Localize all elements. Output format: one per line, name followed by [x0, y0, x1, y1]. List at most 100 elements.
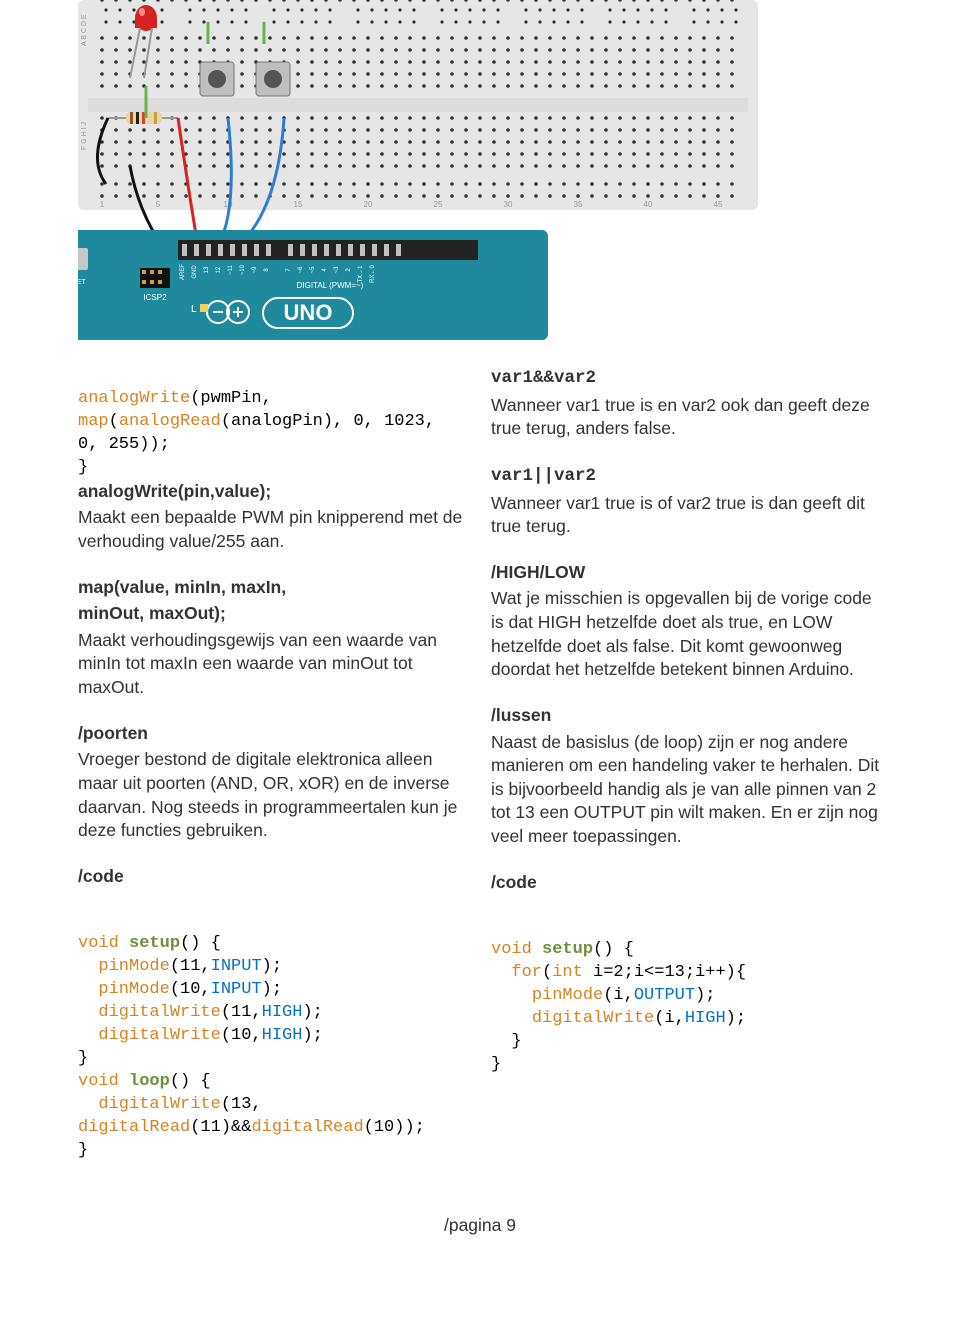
breadboard-diagram: A B C D E F G H I J — [0, 0, 960, 345]
code-token: ); — [262, 957, 282, 976]
paragraph: Wanneer var1 true is en var2 ook dan gee… — [491, 394, 882, 441]
code-token: ( — [109, 412, 119, 431]
arduino-board-icon: RESET ICSP2 AREF GND 13 12 ~11 ~10 — [78, 230, 548, 340]
code-token: (11, — [221, 1003, 262, 1022]
code-token: ); — [695, 986, 715, 1005]
svg-text:TX→1: TX→1 — [358, 265, 364, 283]
code-token: analogWrite — [78, 389, 190, 408]
code-snippet-1: analogWrite(pwmPin, map(analogRead(analo… — [78, 365, 469, 554]
button-2-icon — [256, 62, 290, 96]
paragraph: Maakt verhoudingsgewijs van een waarde v… — [78, 629, 469, 700]
code-token: } — [511, 1032, 521, 1051]
code-token: digitalWrite — [98, 1026, 220, 1045]
code-token: void — [78, 1072, 119, 1091]
svg-text:40: 40 — [644, 200, 653, 209]
code-token: ( — [542, 963, 552, 982]
svg-text:~3: ~3 — [334, 266, 340, 274]
code-token: HIGH — [262, 1003, 303, 1022]
section-lussen: /lussen Naast de basislus (de loop) zijn… — [491, 704, 882, 849]
code-token: for — [511, 963, 542, 982]
code-token: (i, — [603, 986, 634, 1005]
code-token: (pwmPin, — [190, 389, 272, 408]
code-snippet-3: void setup() { for(int i=2;i<=13;i++){ p… — [491, 916, 882, 1077]
svg-text:RESET: RESET — [78, 279, 86, 286]
code-token: digitalWrite — [98, 1095, 220, 1114]
svg-text:5: 5 — [156, 200, 161, 209]
right-column: var1&&var2 Wanneer var1 true is en var2 … — [491, 365, 882, 1185]
code-token: digitalRead — [251, 1118, 363, 1137]
svg-text:~6: ~6 — [298, 266, 304, 274]
button-1-icon — [200, 62, 234, 96]
section-code-left: /code — [78, 865, 469, 889]
code-token: (analogPin), 0, 1023, — [221, 412, 435, 431]
code-token: pinMode — [98, 957, 169, 976]
code-token: } — [78, 1141, 88, 1160]
code-token: void — [78, 934, 119, 953]
section-var1and: var1&&var2 Wanneer var1 true is en var2 … — [491, 365, 882, 441]
paragraph: Naast de basislus (de loop) zijn er nog … — [491, 731, 882, 849]
svg-text:~5: ~5 — [310, 266, 316, 274]
code-token: (10, — [170, 980, 211, 999]
code-token: () { — [170, 1072, 211, 1091]
code-token: loop — [129, 1072, 170, 1091]
svg-text:GND: GND — [192, 265, 198, 279]
svg-text:45: 45 — [714, 200, 723, 209]
svg-text:DIGITAL (PWM=~): DIGITAL (PWM=~) — [297, 281, 364, 290]
svg-text:UNO: UNO — [284, 300, 333, 325]
heading-map-2: minOut, maxOut); — [78, 603, 226, 623]
code-token: setup — [129, 934, 180, 953]
heading-var1and: var1&&var2 — [491, 368, 596, 388]
svg-text:RX←0: RX←0 — [370, 265, 376, 283]
left-column: analogWrite(pwmPin, map(analogRead(analo… — [78, 365, 469, 1185]
code-token: } — [78, 1049, 88, 1068]
code-token: (10, — [221, 1026, 262, 1045]
code-token: analogRead — [119, 412, 221, 431]
code-token: ); — [302, 1003, 322, 1022]
code-token: ); — [262, 980, 282, 999]
svg-text:35: 35 — [574, 200, 583, 209]
code-token: i=2;i<=13;i++){ — [583, 963, 746, 982]
section-map: map(value, minIn, maxIn, minOut, maxOut)… — [78, 576, 469, 700]
svg-text:F G H I J: F G H I J — [81, 122, 88, 150]
heading-map: map(value, minIn, maxIn, — [78, 577, 286, 597]
code-token: pinMode — [98, 980, 169, 999]
svg-text:~11: ~11 — [228, 264, 234, 274]
svg-text:A B C D E: A B C D E — [81, 14, 88, 46]
svg-text:L: L — [191, 304, 197, 315]
heading-poorten: /poorten — [78, 723, 148, 743]
code-token: () { — [593, 940, 634, 959]
svg-text:13: 13 — [204, 266, 210, 273]
svg-text:ICSP2: ICSP2 — [143, 293, 167, 302]
svg-text:25: 25 — [434, 200, 443, 209]
paragraph: Wanneer var1 true is of var2 true is dan… — [491, 492, 882, 539]
svg-text:1: 1 — [100, 200, 105, 209]
code-token: void — [491, 940, 532, 959]
code-token: (i, — [654, 1009, 685, 1028]
code-token: digitalWrite — [532, 1009, 654, 1028]
paragraph: Wat je misschien is opgevallen bij de vo… — [491, 587, 882, 682]
section-code-right: /code — [491, 871, 882, 895]
heading-analogwrite: analogWrite(pin,value); — [78, 481, 271, 501]
heading-highlow: /HIGH/LOW — [491, 562, 585, 582]
code-token: () { — [180, 934, 221, 953]
code-token: digitalWrite — [98, 1003, 220, 1022]
code-snippet-2: void setup() { pinMode(11,INPUT); pinMod… — [78, 910, 469, 1162]
section-highlow: /HIGH/LOW Wat je misschien is opgevallen… — [491, 561, 882, 682]
heading-lussen: /lussen — [491, 705, 551, 725]
heading-code: /code — [78, 866, 124, 886]
paragraph: Vroeger bestond de digitale elektronica … — [78, 748, 469, 843]
code-token: (13, — [221, 1095, 262, 1114]
code-token: 0, 255)); — [78, 435, 170, 454]
code-token: (10)); — [364, 1118, 425, 1137]
svg-text:~9: ~9 — [252, 266, 258, 274]
paragraph: Maakt een bepaalde PWM pin knipperend me… — [78, 506, 469, 553]
svg-text:AREF: AREF — [180, 264, 186, 280]
code-token: pinMode — [532, 986, 603, 1005]
heading-var1or: var1||var2 — [491, 466, 596, 486]
svg-text:30: 30 — [504, 200, 513, 209]
section-var1or: var1||var2 Wanneer var1 true is of var2 … — [491, 463, 882, 539]
code-token: INPUT — [211, 980, 262, 999]
code-token: digitalRead — [78, 1118, 190, 1137]
svg-text:12: 12 — [216, 266, 222, 273]
svg-text:15: 15 — [294, 200, 303, 209]
